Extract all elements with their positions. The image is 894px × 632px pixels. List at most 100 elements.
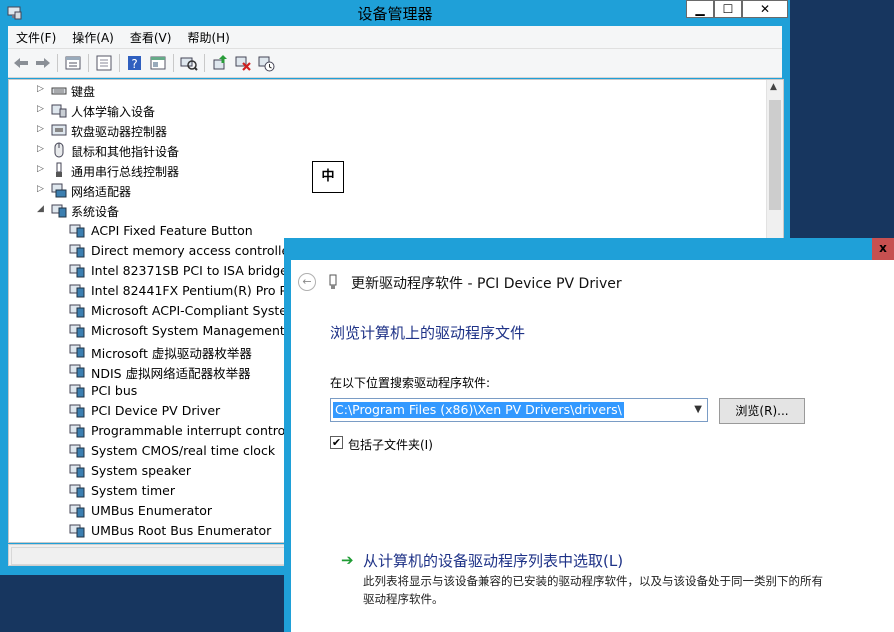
expand-arrow-icon[interactable]: ▷ xyxy=(37,144,47,154)
tree-device-label: UMBus Root Bus Enumerator xyxy=(91,523,272,538)
dialog-heading: 浏览计算机上的驱动程序文件 xyxy=(330,324,526,342)
uninstall-icon[interactable] xyxy=(234,54,252,72)
expand-arrow-icon[interactable]: ▷ xyxy=(37,104,47,114)
dialog-title: 更新驱动程序软件 - PCI Device PV Driver xyxy=(351,276,622,292)
hid-icon xyxy=(51,104,67,118)
system-device-icon xyxy=(69,484,85,498)
system-device-icon xyxy=(69,524,85,538)
green-arrow-icon: ➔ xyxy=(341,551,354,569)
system-device-icon xyxy=(69,424,85,438)
tree-category-label: 人体学输入设备 xyxy=(71,105,156,119)
system-device-icon xyxy=(69,324,85,338)
toolbar-separator xyxy=(173,54,174,72)
menu-bar: 文件(F) 操作(A) 查看(V) 帮助(H) xyxy=(8,26,782,49)
system-devices-icon xyxy=(51,204,67,218)
mouse-icon xyxy=(54,142,64,158)
system-device-icon xyxy=(69,304,85,318)
tree-device-label: Direct memory access controller xyxy=(91,243,295,258)
floppy-controller-icon xyxy=(51,124,67,136)
pick-from-list-link[interactable]: 从计算机的设备驱动程序列表中选取(L) xyxy=(363,550,623,571)
system-device-icon xyxy=(69,224,85,238)
toolbar-separator xyxy=(119,54,120,72)
properties-icon[interactable] xyxy=(64,54,82,72)
system-device-icon xyxy=(69,464,85,478)
menu-file[interactable]: 文件(F) xyxy=(8,26,64,46)
ime-indicator: 中 xyxy=(312,161,344,193)
close-button[interactable]: ✕ xyxy=(742,0,788,18)
driver-path-value[interactable]: C:\Program Files (x86)\Xen PV Drivers\dr… xyxy=(333,402,624,418)
tree-category-label: 通用串行总线控制器 xyxy=(71,165,180,179)
collapse-arrow-icon[interactable]: ◢ xyxy=(37,204,47,214)
tree-device-label: Programmable interrupt controller xyxy=(91,423,306,438)
tree-category-label: 键盘 xyxy=(71,85,96,99)
status-cell xyxy=(11,547,293,565)
back-icon[interactable] xyxy=(12,54,30,72)
expand-arrow-icon[interactable]: ▷ xyxy=(37,164,47,174)
tree-device-label: PCI Device PV Driver xyxy=(91,403,221,418)
include-subfolders-checkbox[interactable]: ✔ xyxy=(330,436,343,449)
dialog-close-button[interactable]: x xyxy=(872,238,894,260)
pick-from-list-description: 此列表将显示与该设备兼容的已安装的驱动程序软件，以及与该设备处于同一类别下的所有… xyxy=(363,574,823,606)
tree-device-label: PCI bus xyxy=(91,383,138,398)
maximize-button[interactable]: ☐ xyxy=(714,0,742,18)
scroll-up-arrow-icon[interactable]: ▲ xyxy=(770,82,777,92)
system-device-icon xyxy=(69,344,85,358)
chevron-down-icon[interactable]: ▼ xyxy=(694,404,702,415)
system-device-icon xyxy=(69,284,85,298)
tree-category-label: 鼠标和其他指针设备 xyxy=(71,145,180,159)
include-subfolders-label[interactable]: 包括子文件夹(I) xyxy=(348,436,433,453)
tree-device-label: System CMOS/real time clock xyxy=(91,443,276,458)
expand-arrow-icon[interactable]: ▷ xyxy=(37,124,47,134)
search-location-label: 在以下位置搜索驱动程序软件: xyxy=(330,376,491,390)
tree-device-label: ACPI Fixed Feature Button xyxy=(91,223,253,238)
dialog-header: ← 更新驱动程序软件 - PCI Device PV Driver xyxy=(291,260,894,300)
system-device-icon xyxy=(69,384,85,398)
help-icon[interactable]: ? xyxy=(126,54,144,72)
show-hide-icon[interactable] xyxy=(149,54,167,72)
toolbar-separator xyxy=(88,54,89,72)
scan-hardware-icon[interactable] xyxy=(180,54,198,72)
system-device-icon xyxy=(69,244,85,258)
back-arrow-icon[interactable]: ← xyxy=(298,273,316,291)
toolbar: ? xyxy=(8,49,782,78)
keyboard-icon xyxy=(51,87,67,95)
tree-device-label: Microsoft ACPI-Compliant System xyxy=(91,303,300,318)
disable-icon[interactable] xyxy=(257,54,275,72)
dialog-body: ← 更新驱动程序软件 - PCI Device PV Driver 浏览计算机上… xyxy=(291,260,894,632)
tree-device-label: Intel 82371SB PCI to ISA bridge xyxy=(91,263,288,278)
expand-arrow-icon[interactable]: ▷ xyxy=(37,84,47,94)
tree-device-label: Microsoft 虚拟驱动器枚举器 xyxy=(91,346,252,361)
menu-help[interactable]: 帮助(H) xyxy=(179,26,237,46)
svg-text:?: ? xyxy=(131,57,137,71)
update-driver-icon[interactable] xyxy=(211,54,229,72)
system-device-icon xyxy=(69,444,85,458)
title-bar[interactable]: 设备管理器 ▁ ☐ ✕ xyxy=(0,0,790,26)
toolbar-separator xyxy=(57,54,58,72)
tree-device-label: System timer xyxy=(91,483,175,498)
usb-device-icon xyxy=(329,274,337,289)
tree-device-label: UMBus Enumerator xyxy=(91,503,213,518)
browse-button[interactable]: 浏览(R)... xyxy=(719,398,805,424)
menu-action[interactable]: 操作(A) xyxy=(64,26,122,46)
expand-arrow-icon[interactable]: ▷ xyxy=(37,184,47,194)
system-device-icon xyxy=(69,504,85,518)
system-device-icon xyxy=(69,404,85,418)
tree-device-label: NDIS 虚拟网络适配器枚举器 xyxy=(91,366,251,381)
update-driver-dialog: x ← 更新驱动程序软件 - PCI Device PV Driver 浏览计算… xyxy=(284,238,894,632)
console-tree-icon[interactable] xyxy=(95,54,113,72)
network-adapter-icon xyxy=(51,183,67,198)
system-device-icon xyxy=(69,364,85,378)
tree-category-label: 软盘驱动器控制器 xyxy=(71,125,168,139)
driver-path-combobox[interactable]: C:\Program Files (x86)\Xen PV Drivers\dr… xyxy=(330,398,708,422)
window-title: 设备管理器 xyxy=(357,5,433,23)
tree-device-label: System speaker xyxy=(91,463,192,478)
tree-category-label: 系统设备 xyxy=(71,205,120,219)
scroll-thumb[interactable] xyxy=(769,100,781,210)
forward-icon[interactable] xyxy=(34,54,52,72)
menu-view[interactable]: 查看(V) xyxy=(122,26,180,46)
system-device-icon xyxy=(69,264,85,278)
toolbar-separator xyxy=(204,54,205,72)
usb-controller-icon xyxy=(56,162,62,177)
minimize-button[interactable]: ▁ xyxy=(686,0,714,18)
tree-category-label: 网络适配器 xyxy=(71,185,132,199)
